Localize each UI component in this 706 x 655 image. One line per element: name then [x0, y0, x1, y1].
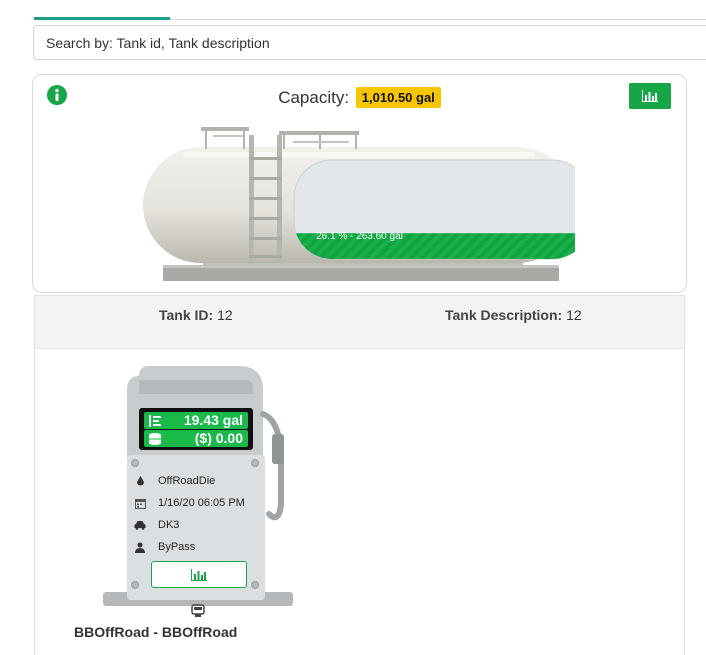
tank-description-value: 12 — [566, 307, 582, 323]
pump-display: 19.43 gal ($) 0.00 — [139, 408, 253, 450]
gallons-readout: 19.43 gal — [144, 412, 248, 429]
fuel-nozzle-icon — [191, 604, 205, 617]
capacity-badge: 1,010.50 gal — [355, 87, 441, 108]
coins-icon — [149, 433, 161, 445]
pump-chart-button[interactable] — [151, 561, 247, 588]
tank-description: Tank Description: 12 — [445, 307, 582, 323]
user-text: ByPass — [158, 541, 196, 553]
tank-illustration — [143, 127, 575, 281]
capacity-line: Capacity: 1,010.50 gal — [33, 87, 686, 108]
fuel-type-row: OffRoadDie — [134, 472, 215, 490]
pump-name: BBOffRoad - BBOffRoad — [74, 624, 238, 640]
screw-icon — [131, 581, 139, 589]
capacity-card: Capacity: 1,010.50 gal 26.1 % - 263.60 g… — [32, 74, 687, 293]
tank-id-value: 12 — [217, 307, 233, 323]
amount-value: ($) 0.00 — [194, 430, 243, 446]
date-row: 1/16/20 06:05 PM — [134, 494, 245, 512]
drop-icon — [134, 475, 146, 487]
screw-icon — [131, 459, 139, 467]
search-box[interactable] — [33, 25, 706, 60]
fuel-type-text: OffRoadDie — [158, 475, 216, 487]
tank-detail-header: Tank ID: 12 Tank Description: 12 — [35, 296, 684, 349]
screw-icon — [251, 459, 259, 467]
tank-chart-button[interactable] — [629, 83, 671, 109]
tank-description-label: Tank Description: — [445, 307, 563, 323]
active-tab-indicator — [34, 17, 170, 20]
tank-detail-panel: Tank ID: 12 Tank Description: 12 19.43 g… — [34, 295, 685, 655]
screw-icon — [251, 581, 259, 589]
capacity-label: Capacity: — [278, 88, 350, 107]
search-input[interactable] — [34, 26, 706, 59]
user-row: ByPass — [134, 538, 195, 556]
bar-chart-icon — [191, 568, 207, 581]
vehicle-text: DK3 — [158, 519, 180, 531]
gallons-value: 19.43 gal — [183, 412, 243, 428]
gallons-level-icon — [149, 415, 161, 427]
bar-chart-icon — [642, 90, 658, 102]
fill-level-text: 26.1 % - 263.60 gal — [316, 231, 403, 242]
pump-info-panel: OffRoadDie 1/16/20 06:05 PM DK3 ByPass — [127, 455, 265, 600]
date-text: 1/16/20 06:05 PM — [158, 497, 245, 509]
calendar-icon — [134, 497, 146, 509]
vehicle-row: DK3 — [134, 516, 179, 534]
tank-id-label: Tank ID: — [159, 307, 214, 323]
fuel-pump-card[interactable]: 19.43 gal ($) 0.00 OffRoadDie 1/16/20 06… — [103, 364, 303, 655]
amount-readout: ($) 0.00 — [144, 430, 248, 447]
user-icon — [134, 541, 146, 553]
car-icon — [134, 519, 146, 531]
tank-id: Tank ID: 12 — [159, 307, 233, 323]
